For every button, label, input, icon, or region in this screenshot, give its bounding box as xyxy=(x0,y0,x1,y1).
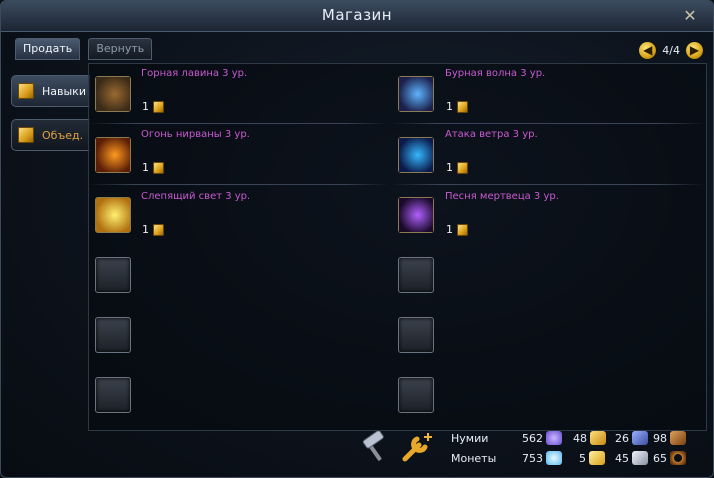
price-value: 1 xyxy=(142,223,149,236)
category-label: Объед. xyxy=(42,128,84,142)
blue-diamond-icon xyxy=(546,451,562,465)
tab-buyback[interactable]: Вернуть xyxy=(88,38,153,60)
coin-icon xyxy=(457,223,468,236)
close-icon[interactable]: ✕ xyxy=(681,7,699,25)
currency-gold-gift: 5 xyxy=(579,451,605,465)
price-value: 1 xyxy=(446,161,453,174)
currency-silver: 45 xyxy=(615,451,648,465)
tab-sell[interactable]: Продать xyxy=(15,38,81,60)
empty-item-slot[interactable] xyxy=(95,257,131,293)
gold-gift-icon xyxy=(589,451,605,465)
currency-bronze-ring: 65 xyxy=(653,451,686,465)
item-slot[interactable] xyxy=(95,197,131,233)
currency-value: 48 xyxy=(573,431,587,445)
empty-item-slot[interactable] xyxy=(398,377,434,413)
blue-chest-icon xyxy=(632,431,648,445)
mountain-avalanche-skill-icon xyxy=(96,77,130,111)
currency-gold-bag: 48 xyxy=(573,431,606,445)
coin-icon xyxy=(457,100,468,113)
currency-label-coins: Монеты xyxy=(451,452,497,465)
bottom-bar: Нумии Монеты 562 48 26 98 753 5 45 65 xyxy=(1,429,713,477)
currency-numia: 562 xyxy=(522,431,562,445)
wind-attack-skill-icon xyxy=(399,138,433,172)
storm-wave-skill-icon xyxy=(399,77,433,111)
price-value: 1 xyxy=(446,100,453,113)
currency-label-numia: Нумии xyxy=(451,432,489,445)
title-bar[interactable]: Магазин ✕ xyxy=(1,1,713,32)
item-name: Бурная волна 3 ур. xyxy=(445,68,546,79)
item-slot[interactable] xyxy=(398,76,434,112)
empty-item-slot[interactable] xyxy=(398,257,434,293)
currency-value: 562 xyxy=(522,431,543,445)
item-slot[interactable] xyxy=(95,137,131,173)
currency-value: 45 xyxy=(615,451,629,465)
item-slot[interactable] xyxy=(398,137,434,173)
item-price: 1 xyxy=(446,161,468,174)
item-name: Слепящий свет 3 ур. xyxy=(141,191,251,202)
dead-song-skill-icon xyxy=(399,198,433,232)
item-panel: Горная лавина 3 ур. 1 Бурная волна 3 ур.… xyxy=(88,63,707,431)
row-divider xyxy=(391,123,705,124)
coin-icon xyxy=(153,161,164,174)
category-label: Навыки xyxy=(42,84,86,98)
row-divider xyxy=(391,184,705,185)
bronze-chest-icon xyxy=(670,431,686,445)
numia-gem-icon xyxy=(546,431,562,445)
currency-value: 5 xyxy=(579,451,586,465)
bronze-ring-icon xyxy=(670,451,686,465)
tab-bar: Продать Вернуть xyxy=(15,37,155,60)
category-skills[interactable]: Навыки xyxy=(11,75,90,107)
window-title: Магазин xyxy=(321,6,393,24)
pager: ◀ 4/4 ▶ xyxy=(639,40,703,60)
item-price: 1 xyxy=(142,223,164,236)
item-name: Песня мертвеца 3 ур. xyxy=(445,191,559,202)
prev-page-icon[interactable]: ◀ xyxy=(639,41,657,59)
price-value: 1 xyxy=(142,161,149,174)
item-price: 1 xyxy=(446,100,468,113)
blinding-light-skill-icon xyxy=(96,198,130,232)
hammer-icon[interactable] xyxy=(357,430,391,465)
page-indicator: 4/4 xyxy=(662,43,680,57)
currency-value: 753 xyxy=(522,451,543,465)
gift-box-icon xyxy=(18,83,34,99)
empty-item-slot[interactable] xyxy=(95,317,131,353)
currency-value: 26 xyxy=(615,431,629,445)
item-slot[interactable] xyxy=(95,76,131,112)
item-name: Горная лавина 3 ур. xyxy=(141,68,248,79)
wrench-plus-icon[interactable] xyxy=(399,431,433,465)
row-divider xyxy=(89,123,389,124)
item-slot[interactable] xyxy=(398,197,434,233)
item-name: Огонь нирваны 3 ур. xyxy=(141,129,250,140)
coin-icon xyxy=(153,223,164,236)
silver-coins-icon xyxy=(632,451,648,465)
row-divider xyxy=(89,184,389,185)
shop-window: Магазин ✕ Продать Вернуть ◀ 4/4 ▶ Навыки… xyxy=(0,0,714,478)
coin-icon xyxy=(153,100,164,113)
gold-bag-icon xyxy=(590,431,606,445)
item-price: 1 xyxy=(142,100,164,113)
item-price: 1 xyxy=(446,223,468,236)
coin-icon xyxy=(457,161,468,174)
currency-value: 98 xyxy=(653,431,667,445)
empty-item-slot[interactable] xyxy=(398,317,434,353)
price-value: 1 xyxy=(142,100,149,113)
next-page-icon[interactable]: ▶ xyxy=(686,41,703,59)
currency-value: 65 xyxy=(653,451,667,465)
gift-box-icon xyxy=(18,127,34,143)
empty-item-slot[interactable] xyxy=(95,377,131,413)
item-name: Атака ветра 3 ур. xyxy=(445,129,538,140)
nirvana-fire-skill-icon xyxy=(96,138,130,172)
item-price: 1 xyxy=(142,161,164,174)
currency-blue-chest: 26 xyxy=(615,431,648,445)
price-value: 1 xyxy=(446,223,453,236)
currency-diamond: 753 xyxy=(522,451,562,465)
category-combine[interactable]: Объед. xyxy=(11,119,90,151)
currency-bronze-chest: 98 xyxy=(653,431,686,445)
